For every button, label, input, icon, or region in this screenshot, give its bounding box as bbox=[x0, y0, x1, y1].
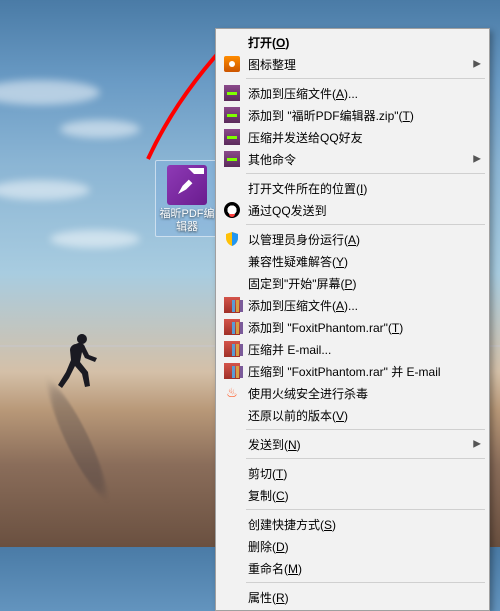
submenu-arrow-icon: ▶ bbox=[473, 439, 481, 450]
menu-pin-start[interactable]: 固定到"开始"屏幕(P) bbox=[218, 272, 487, 294]
menu-add-to-archive[interactable]: 添加到压缩文件(A)... bbox=[218, 82, 487, 104]
runner-silhouette bbox=[54, 330, 102, 402]
menu-separator bbox=[246, 458, 485, 459]
menu-separator bbox=[246, 173, 485, 174]
menu-copy[interactable]: 复制(C) bbox=[218, 484, 487, 506]
menu-open-location[interactable]: 打开文件所在的位置(I) bbox=[218, 177, 487, 199]
menu-add-archive2[interactable]: 添加到压缩文件(A)... bbox=[218, 294, 487, 316]
winrar-icon bbox=[224, 297, 240, 313]
menu-separator bbox=[246, 509, 485, 510]
desktop-icon-foxit-pdf-editor[interactable]: 福昕PDF编辑器 bbox=[155, 160, 219, 237]
archive-icon bbox=[224, 107, 240, 123]
qq-icon bbox=[224, 202, 240, 218]
menu-add-to-named-zip[interactable]: 添加到 "福昕PDF编辑器.zip"(T) bbox=[218, 104, 487, 126]
desktop-icon-label: 福昕PDF编辑器 bbox=[158, 208, 216, 234]
foxit-pdf-icon bbox=[167, 165, 207, 205]
archive-icon bbox=[224, 85, 240, 101]
menu-restore-previous[interactable]: 还原以前的版本(V) bbox=[218, 404, 487, 426]
menu-compress-named-email[interactable]: 压缩到 "FoxitPhantom.rar" 并 E-mail bbox=[218, 360, 487, 382]
archive-icon bbox=[224, 129, 240, 145]
menu-cut[interactable]: 剪切(T) bbox=[218, 462, 487, 484]
winrar-icon bbox=[224, 363, 240, 379]
menu-icon-tidy[interactable]: 图标整理 ▶ bbox=[218, 53, 487, 75]
menu-rename[interactable]: 重命名(M) bbox=[218, 557, 487, 579]
menu-properties[interactable]: 属性(R) bbox=[218, 586, 487, 608]
menu-send-qq[interactable]: 通过QQ发送到 bbox=[218, 199, 487, 221]
menu-add-named-rar[interactable]: 添加到 "FoxitPhantom.rar"(T) bbox=[218, 316, 487, 338]
menu-separator bbox=[246, 429, 485, 430]
menu-compress-email[interactable]: 压缩并 E-mail... bbox=[218, 338, 487, 360]
menu-compress-send-qq[interactable]: 压缩并发送给QQ好友 bbox=[218, 126, 487, 148]
menu-separator bbox=[246, 224, 485, 225]
submenu-arrow-icon: ▶ bbox=[473, 59, 481, 70]
menu-other-archive[interactable]: 其他命令 ▶ bbox=[218, 148, 487, 170]
menu-compat-troubleshoot[interactable]: 兼容性疑难解答(Y) bbox=[218, 250, 487, 272]
archive-icon bbox=[224, 151, 240, 167]
winrar-icon bbox=[224, 341, 240, 357]
submenu-arrow-icon: ▶ bbox=[473, 154, 481, 165]
menu-create-shortcut[interactable]: 创建快捷方式(S) bbox=[218, 513, 487, 535]
menu-huorong-scan[interactable]: ♨ 使用火绒安全进行杀毒 bbox=[218, 382, 487, 404]
menu-separator bbox=[246, 78, 485, 79]
menu-delete[interactable]: 删除(D) bbox=[218, 535, 487, 557]
context-menu: 打开(O) 图标整理 ▶ 添加到压缩文件(A)... 添加到 "福昕PDF编辑器… bbox=[215, 28, 490, 611]
menu-open[interactable]: 打开(O) bbox=[218, 31, 487, 53]
winrar-icon bbox=[224, 319, 240, 335]
foxit-icon bbox=[224, 56, 240, 72]
menu-separator bbox=[246, 582, 485, 583]
shield-icon bbox=[224, 231, 240, 247]
huorong-icon: ♨ bbox=[224, 385, 240, 401]
menu-run-as-admin[interactable]: 以管理员身份运行(A) bbox=[218, 228, 487, 250]
menu-send-to[interactable]: 发送到(N) ▶ bbox=[218, 433, 487, 455]
